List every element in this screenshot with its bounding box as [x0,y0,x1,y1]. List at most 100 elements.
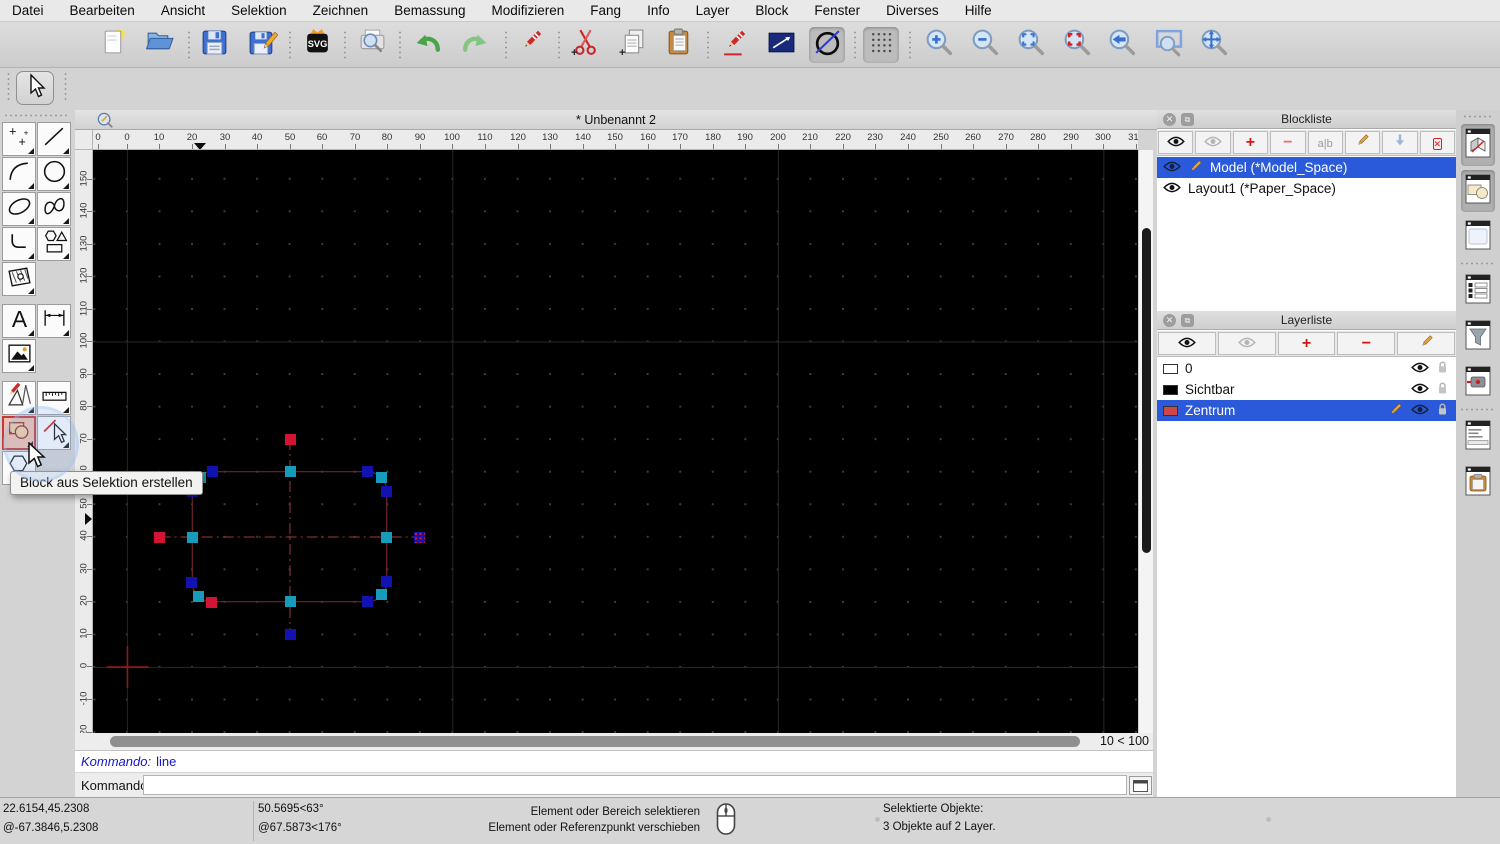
zoom-auto-button[interactable] [1013,27,1049,63]
selection-handle-red[interactable] [206,596,218,608]
layerliste-row-0[interactable]: 0 [1157,358,1456,379]
document-titlebar[interactable]: * Unbenannt 2 [75,110,1157,130]
eye-icon[interactable] [1163,181,1181,196]
redo-button[interactable] [456,27,492,63]
menu-info[interactable]: Info [647,3,670,18]
selection-handle-blue[interactable] [362,466,374,478]
blockliste-row-layout1-paper-space-[interactable]: Layout1 (*Paper_Space) [1157,178,1456,199]
delete-block-button[interactable]: ✕ [1419,131,1455,154]
image-tool-button[interactable] [2,339,36,373]
library-widget-button[interactable] [1461,216,1495,258]
zoom-window-button[interactable] [1150,27,1186,63]
layerliste-row-sichtbar[interactable]: Sichtbar [1157,379,1456,400]
paste-button[interactable] [661,27,697,63]
menu-hilfe[interactable]: Hilfe [965,3,992,18]
lock-icon[interactable] [1437,381,1448,398]
delete-entities-button[interactable] [513,27,549,63]
selection-handle-blue[interactable] [186,576,198,588]
show-all-layers-button[interactable] [1158,332,1216,355]
menu-fang[interactable]: Fang [590,3,621,18]
menu-bemassung[interactable]: Bemassung [394,3,465,18]
menu-block[interactable]: Block [755,3,788,18]
blockliste-row-model-model-space-[interactable]: Model (*Model_Space) [1157,157,1456,178]
selection-handle-red[interactable] [154,531,166,543]
undo-button[interactable] [410,27,446,63]
layer-list-widget-button[interactable] [1461,270,1495,312]
horizontal-scrollbar-thumb[interactable] [110,736,1080,747]
filter-widget-button[interactable] [1461,316,1495,358]
insert-block-button[interactable] [1382,131,1418,154]
eye-icon[interactable] [1411,361,1429,376]
palette-drag-handle[interactable] [4,114,68,117]
lock-icon[interactable] [1437,360,1448,377]
selection-handle-cyan[interactable] [376,471,388,483]
grid-toggle-button[interactable] [863,27,899,63]
export-svg-button[interactable]: SVG [299,27,335,63]
layerliste-row-zentrum[interactable]: Zentrum [1157,400,1456,421]
polygon-tool-button[interactable] [37,227,71,261]
menu-datei[interactable]: Datei [12,3,44,18]
zoom-out-button[interactable] [967,27,1003,63]
remove-layer-button[interactable]: − [1337,332,1396,355]
open-file-button[interactable] [141,27,177,63]
cut-button[interactable]: + [567,27,603,63]
polyline-tool-button[interactable] [2,227,36,261]
edit-pencil-button[interactable] [717,27,753,63]
selection-handle-cyan[interactable] [186,531,198,543]
dimension-tool-button[interactable] [37,304,71,338]
horizontal-scrollbar[interactable]: 10 < 100 [75,733,1153,750]
selection-handle-cyan[interactable] [376,588,388,600]
menu-fenster[interactable]: Fenster [814,3,860,18]
zoom-previous-button[interactable] [1104,27,1140,63]
menu-ansicht[interactable]: Ansicht [161,3,205,18]
selection-handle-overlap[interactable] [413,531,425,543]
arc-tool-button[interactable] [2,157,36,191]
selection-handle-blue[interactable] [284,628,296,640]
menu-selektion[interactable]: Selektion [231,3,287,18]
new-document-button[interactable] [95,27,131,63]
zoom-selection-button[interactable] [1059,27,1095,63]
ellipse-tool-button[interactable] [2,192,36,226]
selection-handle-cyan[interactable] [284,596,296,608]
hatch-tool-button[interactable] [2,262,36,296]
menu-layer[interactable]: Layer [696,3,730,18]
vertical-scrollbar-thumb[interactable] [1142,228,1151,553]
line-tool-button[interactable] [763,27,799,63]
plugin-widget-button[interactable] [1461,362,1495,404]
menu-zeichnen[interactable]: Zeichnen [313,3,369,18]
clipboard-widget-button[interactable] [1461,462,1495,504]
toolbar-drag-handle[interactable] [7,72,10,102]
rename-block-button[interactable]: a|b [1307,131,1343,154]
select-tool-button[interactable] [16,71,54,105]
selection-handle-blue[interactable] [362,596,374,608]
text-tool-button[interactable]: A [2,304,36,338]
block-shapes-widget-button[interactable] [1461,170,1495,212]
add-layer-button[interactable]: + [1277,332,1336,355]
remove-block-button[interactable]: − [1270,131,1306,154]
pencil-icon[interactable] [1388,402,1403,420]
vertical-scrollbar[interactable] [1138,150,1153,733]
selection-handle-cyan[interactable] [284,466,296,478]
command-input[interactable] [143,775,1127,795]
hide-all-blocks-button[interactable] [1195,131,1231,154]
selection-handle-blue[interactable] [207,466,219,478]
eye-icon[interactable] [1411,382,1429,397]
toolbar-drag-handle[interactable] [64,72,67,102]
points-tool-button[interactable]: + + + [2,122,36,156]
selection-handle-blue[interactable] [381,576,393,588]
command-widget-button[interactable] [1461,416,1495,458]
circle-draw-tool-button[interactable] [37,157,71,191]
spline-tool-button[interactable] [37,192,71,226]
save-button[interactable] [196,27,232,63]
eye-icon[interactable] [1163,160,1181,175]
zoom-pan-button[interactable] [1196,27,1232,63]
edit-block-button[interactable] [1344,131,1381,154]
print-preview-button[interactable] [354,27,390,63]
selection-handle-cyan[interactable] [381,531,393,543]
eye-icon[interactable] [1411,403,1429,418]
drawing-canvas[interactable] [93,150,1138,733]
selection-handle-red[interactable] [284,433,296,445]
menu-modifizieren[interactable]: Modifizieren [492,3,565,18]
line-draw-tool-button[interactable] [37,122,71,156]
edit-layer-button[interactable] [1397,332,1455,355]
